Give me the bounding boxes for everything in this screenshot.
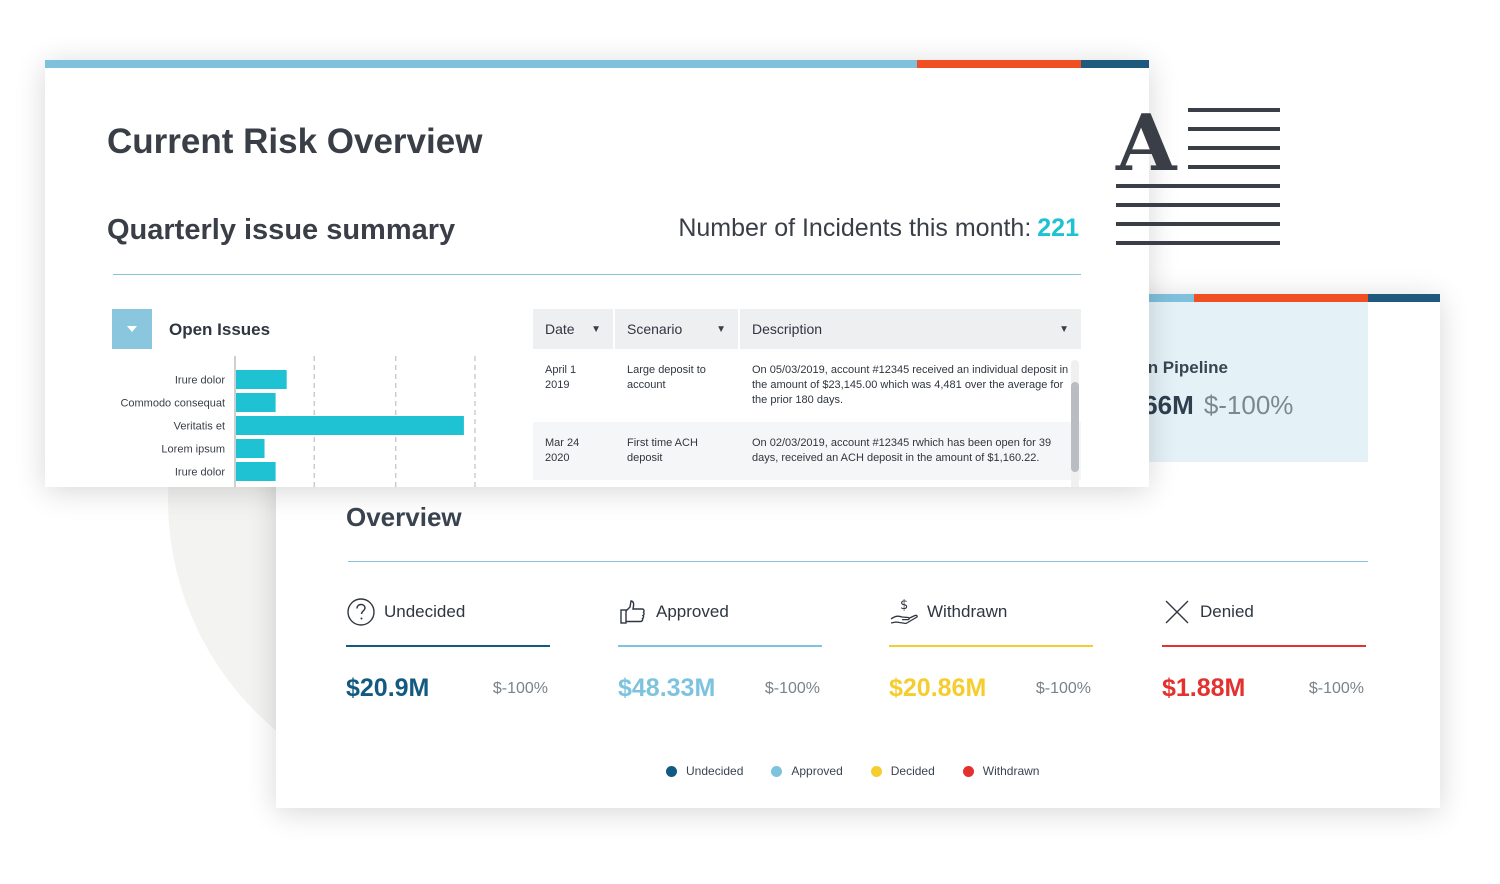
caret-down-icon: ▼: [591, 323, 601, 335]
legend-dot: [771, 765, 783, 777]
overview-divider: [348, 561, 1368, 562]
stat-approved[interactable]: Approved $48.33M $-100%: [618, 594, 822, 704]
legend-dot: [962, 765, 974, 777]
table-row[interactable]: Mar 24 2020 First time ACH deposit On 02…: [533, 422, 1081, 480]
stat-label: Withdrawn: [927, 602, 1008, 621]
cell-description: On 02/03/2019, account #12345 rwhich has…: [752, 437, 1052, 464]
chart-bar[interactable]: [236, 462, 276, 481]
column-label: Description: [752, 321, 823, 337]
legend-label: Withdrawn: [982, 764, 1040, 778]
open-issues-title: Open Issues: [169, 320, 271, 339]
column-header-description[interactable]: Description ▼: [740, 309, 1081, 349]
stat-value: $1.88M: [1162, 674, 1246, 702]
x-mark-icon: [1165, 600, 1189, 624]
stat-label: Denied: [1200, 602, 1254, 621]
chart-category-label: Irure dolor: [175, 467, 225, 479]
svg-text:A: A: [1115, 104, 1178, 189]
thumbs-up-icon: [620, 600, 645, 624]
stat-value: $20.86M: [889, 674, 987, 702]
incident-count: Number of Incidents this month: 221: [678, 214, 1079, 243]
section-title: Quarterly issue summary: [107, 214, 456, 246]
cell-scenario: Large deposit to account: [627, 364, 706, 391]
pipeline-change: $-100%: [1203, 390, 1294, 420]
pipeline-value: .66M $-100%: [1136, 390, 1293, 421]
page-title: Current Risk Overview: [107, 122, 483, 161]
stat-underline: [346, 645, 550, 647]
stat-denied[interactable]: Denied $1.88M $-100%: [1162, 594, 1366, 704]
legend-item-decided[interactable]: Decided: [870, 764, 935, 778]
overview-legend: Undecided Approved Decided Withdrawn: [666, 764, 1039, 778]
legend-item-approved[interactable]: Approved: [771, 764, 843, 778]
cell-date: April 1 2019: [545, 364, 577, 391]
chart-bar[interactable]: [236, 439, 265, 458]
pipeline-label: t in Pipeline: [1136, 358, 1228, 377]
section-divider: [113, 274, 1081, 275]
stat-undecided[interactable]: Undecided $20.9M $-100%: [346, 594, 550, 704]
column-header-scenario[interactable]: Scenario ▼: [615, 309, 740, 349]
chart-bar[interactable]: [236, 370, 287, 389]
question-circle-icon: [347, 598, 375, 626]
table-row[interactable]: April 1 2019 Large deposit to account On…: [533, 349, 1081, 422]
stat-label: Undecided: [384, 602, 466, 621]
column-header-date[interactable]: Date ▼: [533, 309, 615, 349]
card-stripe-orange: [1194, 294, 1368, 302]
open-issues-toggle[interactable]: [112, 309, 152, 349]
stat-change: $-100%: [492, 680, 548, 697]
svg-text:$: $: [900, 598, 908, 613]
chart-category-label: Irure dolor: [175, 375, 225, 387]
chart-category-label: Veritatis et: [174, 421, 225, 433]
cell-date: Mar 24 2020: [545, 437, 580, 464]
legend-dot: [870, 765, 882, 777]
pipeline-panel: t in Pipeline .66M $-100%: [1136, 302, 1368, 462]
chart-bar[interactable]: [236, 393, 276, 412]
legend-item-undecided[interactable]: Undecided: [666, 764, 743, 778]
chart-category-label: Lorem ipsum: [161, 444, 225, 456]
stat-underline: [889, 645, 1093, 647]
stat-change: $-100%: [1308, 680, 1364, 697]
caret-down-icon: ▼: [1059, 323, 1069, 335]
legend-label: Approved: [791, 764, 843, 778]
open-issues-chart: Irure dolor Commodo consequat Veritatis et…: [120, 356, 476, 487]
legend-dot: [666, 765, 677, 777]
stat-change: $-100%: [1035, 680, 1091, 697]
legend-label: Undecided: [686, 764, 744, 778]
column-label: Scenario: [627, 321, 683, 337]
stat-withdrawn[interactable]: $ Withdrawn $20.86M $-100%: [889, 594, 1093, 704]
cell-scenario: First time ACH deposit: [627, 437, 698, 464]
document-text-icon: A: [1115, 104, 1280, 245]
stat-label: Approved: [656, 602, 729, 621]
card-stripe-navy: [1368, 294, 1440, 302]
table-scrollbar[interactable]: [1071, 360, 1079, 487]
table-header: Date ▼ Scenario ▼ Description ▼: [533, 309, 1081, 349]
stat-underline: [618, 645, 822, 647]
stat-underline: [1162, 645, 1366, 647]
caret-down-icon: ▼: [716, 323, 726, 335]
chart-bar[interactable]: [236, 416, 464, 435]
scrollbar-thumb[interactable]: [1071, 382, 1079, 472]
column-label: Date: [545, 321, 575, 337]
legend-item-withdrawn[interactable]: Withdrawn: [962, 764, 1040, 778]
dollar-hand-icon: $: [890, 598, 918, 625]
stat-value: $48.33M: [618, 674, 716, 702]
incident-label: Number of Incidents this month:: [678, 214, 1032, 242]
card-stripe-light: [45, 60, 917, 68]
card-stripe-navy: [1081, 60, 1149, 68]
issues-table: Date ▼ Scenario ▼ Description ▼ April 1 201…: [533, 309, 1081, 480]
chevron-down-icon: [127, 326, 137, 332]
card-stripe-orange: [917, 60, 1081, 68]
risk-overview-card: Current Risk Overview Quarterly issue su…: [45, 60, 1149, 487]
stat-value: $20.9M: [346, 674, 430, 702]
legend-label: Decided: [890, 764, 935, 778]
stat-change: $-100%: [764, 680, 820, 697]
overview-title: Overview: [346, 502, 462, 532]
cell-description: On 05/03/2019, account #12345 received a…: [752, 364, 1069, 406]
incident-number: 221: [1037, 214, 1079, 242]
chart-category-label: Commodo consequat: [120, 398, 225, 410]
